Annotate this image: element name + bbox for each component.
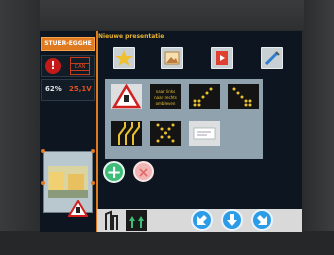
readout-row: 62% 25,1V [41,79,95,101]
video-icon [216,51,228,65]
exit-button[interactable] [101,210,122,231]
star-icon [115,50,133,66]
cross-icon [156,123,175,143]
arrow-down-left-icon [193,87,213,107]
move-down-right-button[interactable] [251,209,273,231]
resize-handle-icon[interactable] [91,149,95,153]
status-row: ! CAN [41,55,95,77]
sidebar: STUER-EGGHE ! CAN 62% 25,1V [40,31,97,232]
move-down-button[interactable] [221,209,243,231]
arrow-down-left-icon [197,215,207,225]
roadwork-sign-icon[interactable] [67,199,89,217]
page-title: Nieuwe presentatie [98,33,165,40]
delete-button[interactable]: × [133,161,154,182]
resize-handle-icon[interactable] [91,181,95,185]
voltage-readout: 25,1V [69,85,92,93]
sidebar-divider [96,31,98,232]
device-screen: STUER-EGGHE ! CAN 62% 25,1V Nieuwe prese… [40,31,302,232]
device-bezel-right [304,0,334,255]
sign-grid: naar links naar rechts ombleven [105,79,263,159]
device-bezel-bottom [0,231,334,255]
favorite-button[interactable] [113,47,135,69]
resize-handle-icon[interactable] [41,181,45,185]
roadwork-sign-icon [111,83,142,109]
resize-handle-icon[interactable] [41,149,45,153]
can-status-icon: CAN [70,57,90,75]
image-button[interactable] [161,47,183,69]
upload-button[interactable] [126,210,147,231]
video-button[interactable] [211,47,233,69]
alert-icon: ! [45,58,61,74]
device-bezel-left [0,0,40,255]
document-icon [193,127,216,140]
image-icon [164,51,180,65]
arrow-down-icon [227,214,237,226]
preview-image [48,166,88,198]
settings-button[interactable] [261,47,283,69]
grid-cell-text[interactable]: naar links naar rechts ombleven [150,84,181,109]
exit-door-icon [105,210,118,230]
grid-cell[interactable] [189,121,220,146]
device-bezel-top [0,0,334,30]
grid-cell[interactable] [111,83,142,109]
arrow-down-right-icon [232,87,252,107]
tools-icon [264,51,280,66]
upload-arrows-icon [129,216,144,228]
arrow-down-right-icon [257,215,267,225]
grid-cell[interactable] [150,121,181,146]
grid-cell[interactable] [228,84,259,109]
move-down-left-button[interactable] [191,209,213,231]
brand-label: STUER-EGGHE [41,37,95,51]
add-button[interactable]: + [103,161,125,183]
grid-cell[interactable] [189,84,220,109]
lane-shift-icon [118,122,140,145]
battery-percent: 62% [45,85,62,93]
grid-cell[interactable] [111,121,142,146]
text-line: ombleven [155,101,176,106]
